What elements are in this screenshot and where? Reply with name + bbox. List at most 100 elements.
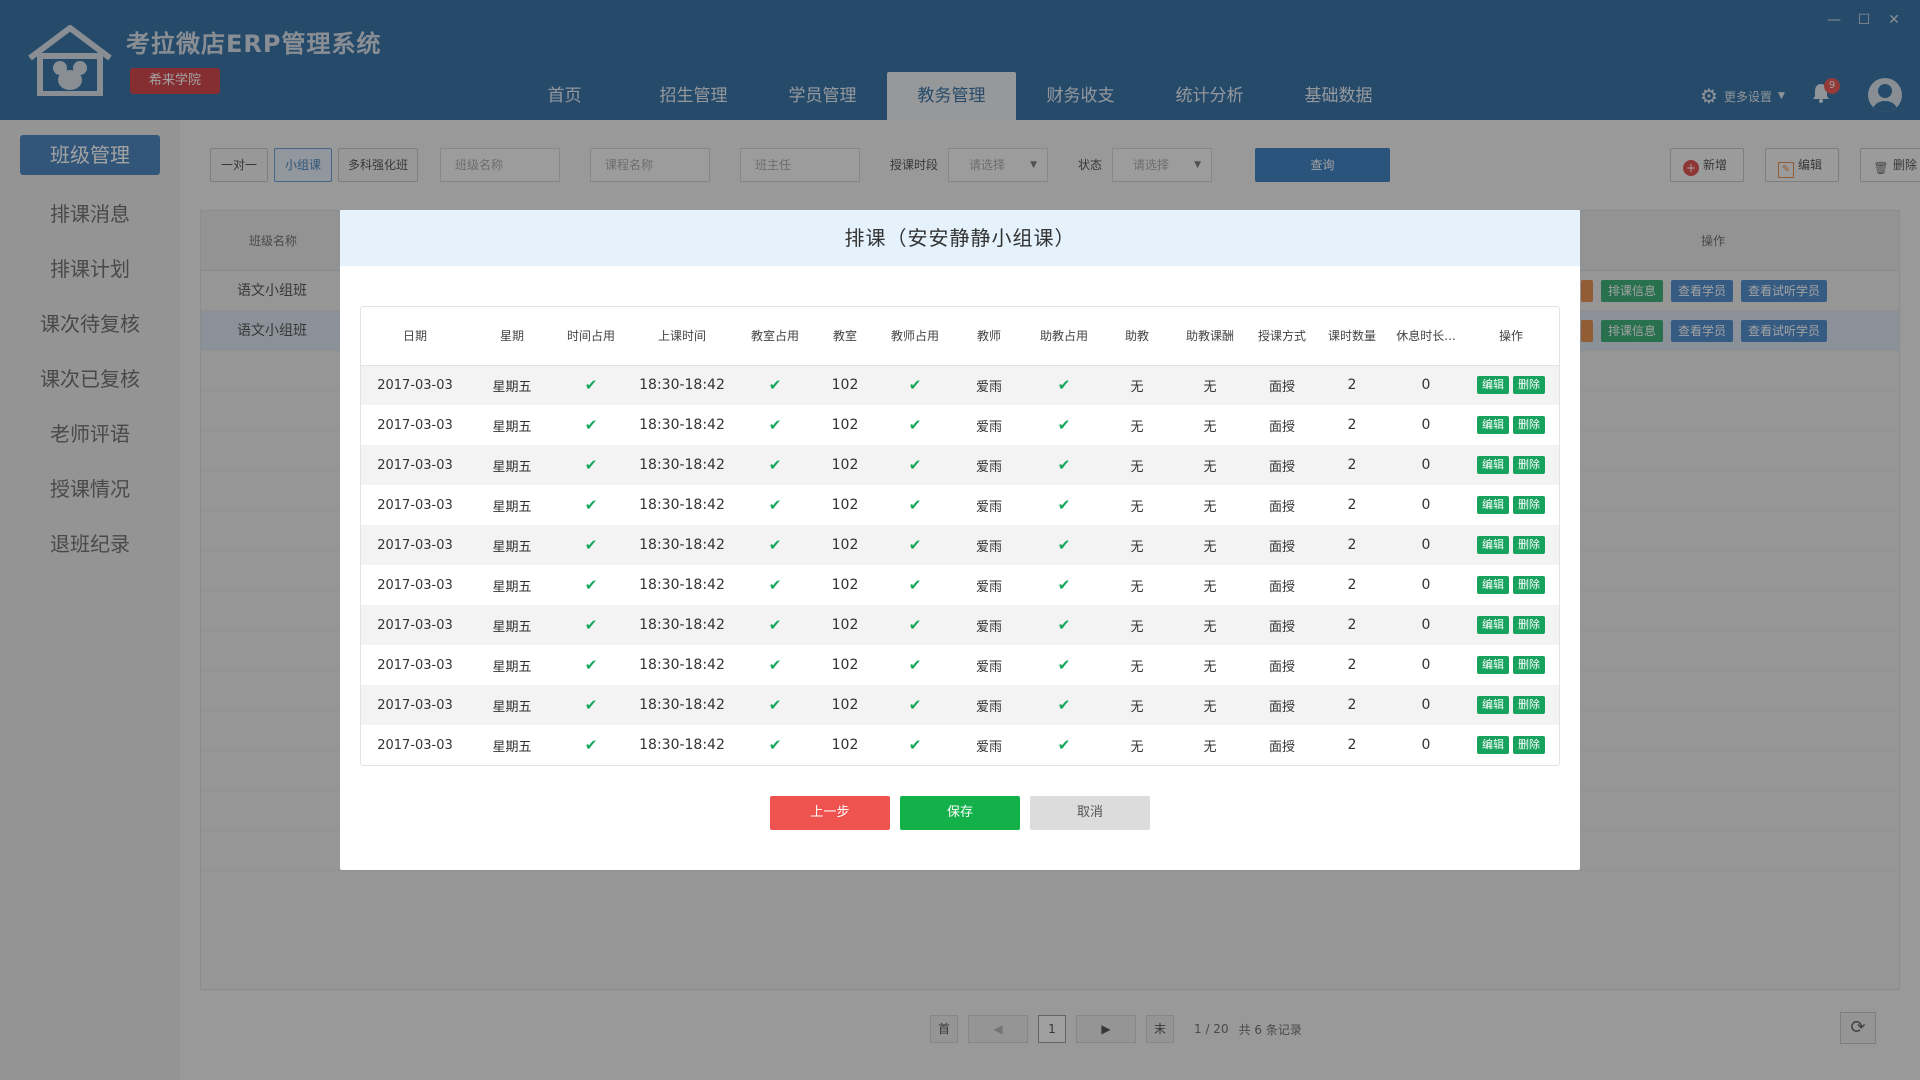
- row-edit-button[interactable]: 编辑: [1477, 456, 1509, 474]
- teacher-cell: 爱雨: [975, 739, 1002, 755]
- col-teacher-occupied: 教师占用: [877, 307, 953, 366]
- date-cell: 2017-03-03: [361, 605, 469, 645]
- hours-cell: 2: [1315, 605, 1389, 645]
- time-occupied-cell: ✔: [555, 685, 627, 725]
- assistant-cell: 无: [1130, 419, 1144, 435]
- room-cell: 102: [831, 577, 859, 593]
- room-cell: 102: [813, 685, 877, 725]
- col-actions: 操作: [1463, 307, 1559, 366]
- teacher-occupied-cell: ✔: [877, 565, 953, 605]
- time-occupied-cell: ✔: [555, 405, 627, 445]
- weekday-cell: 星期五: [469, 365, 555, 405]
- room-cell: 102: [813, 365, 877, 405]
- cancel-button[interactable]: 取消: [1030, 796, 1150, 830]
- room-occupied-cell: ✔: [737, 525, 813, 565]
- check-icon: ✔: [768, 656, 782, 674]
- row-delete-button[interactable]: 删除: [1513, 656, 1545, 674]
- check-icon: ✔: [908, 656, 922, 674]
- class-time-cell: 18:30-18:42: [639, 737, 725, 753]
- time-occupied-cell: ✔: [555, 445, 627, 485]
- room-occupied-cell: ✔: [737, 685, 813, 725]
- weekday-cell: 星期五: [469, 605, 555, 645]
- row-edit-button[interactable]: 编辑: [1477, 736, 1509, 754]
- teacher-occupied-cell: ✔: [877, 405, 953, 445]
- save-button[interactable]: 保存: [900, 796, 1020, 830]
- teacher-occupied-cell: ✔: [877, 685, 953, 725]
- schedule-table-header: 日期 星期 时间占用 上课时间 教室占用 教室 教师占用 教师 助教占用 助教 …: [361, 307, 1559, 366]
- class-time-cell: 18:30-18:42: [639, 497, 725, 513]
- room-occupied-cell: ✔: [737, 645, 813, 685]
- table-row: 2017-03-03 星期五 ✔ 18:30-18:42 ✔ 102 ✔ 爱雨 …: [361, 525, 1559, 565]
- row-edit-button[interactable]: 编辑: [1477, 696, 1509, 714]
- check-icon: ✔: [908, 576, 922, 594]
- table-row: 2017-03-03 星期五 ✔ 18:30-18:42 ✔ 102 ✔ 爱雨 …: [361, 725, 1559, 765]
- row-edit-button[interactable]: 编辑: [1477, 376, 1509, 395]
- row-delete-button[interactable]: 删除: [1513, 736, 1545, 754]
- hours-cell: 2: [1347, 497, 1357, 513]
- modal-title: 排课（安安静静小组课）: [340, 210, 1580, 266]
- row-delete-button[interactable]: 删除: [1513, 576, 1545, 594]
- row-delete-button[interactable]: 删除: [1513, 376, 1545, 395]
- time-occupied-cell: ✔: [555, 645, 627, 685]
- row-edit-button[interactable]: 编辑: [1477, 416, 1509, 434]
- schedule-modal: 排课（安安静静小组课） 日期 星期 时间占用 上课时间 教室占用 教室 教师占用…: [340, 210, 1580, 870]
- teaching-mode-cell: 面授: [1249, 365, 1315, 405]
- hours-cell: 2: [1315, 445, 1389, 485]
- actions-cell: 编辑 删除: [1463, 605, 1559, 645]
- table-row: 2017-03-03 星期五 ✔ 18:30-18:42 ✔ 102 ✔ 爱雨 …: [361, 565, 1559, 605]
- assistant-pay-cell: 无: [1171, 605, 1249, 645]
- assistant-pay-cell: 无: [1203, 499, 1217, 515]
- col-rest-duration: 休息时长...: [1389, 307, 1463, 366]
- check-icon: ✔: [584, 696, 598, 714]
- assistant-cell: 无: [1130, 579, 1144, 595]
- room-cell: 102: [813, 445, 877, 485]
- row-delete-button[interactable]: 删除: [1513, 536, 1545, 554]
- check-icon: ✔: [768, 616, 782, 634]
- hours-cell: 2: [1347, 737, 1357, 753]
- row-edit-button[interactable]: 编辑: [1477, 576, 1509, 594]
- room-occupied-cell: ✔: [737, 445, 813, 485]
- hours-cell: 2: [1315, 525, 1389, 565]
- actions-cell: 编辑 删除: [1463, 485, 1559, 525]
- room-occupied-cell: ✔: [737, 365, 813, 405]
- check-icon: ✔: [1057, 456, 1071, 474]
- teacher-cell: 爱雨: [975, 419, 1002, 435]
- hours-cell: 2: [1315, 685, 1389, 725]
- col-weekday: 星期: [469, 307, 555, 366]
- time-occupied-cell: ✔: [555, 485, 627, 525]
- row-delete-button[interactable]: 删除: [1513, 696, 1545, 714]
- row-delete-button[interactable]: 删除: [1513, 416, 1545, 434]
- assistant-cell: 无: [1103, 445, 1171, 485]
- class-time-cell: 18:30-18:42: [627, 445, 737, 485]
- teacher-occupied-cell: ✔: [877, 485, 953, 525]
- row-edit-button[interactable]: 编辑: [1477, 656, 1509, 674]
- row-delete-button[interactable]: 删除: [1513, 496, 1545, 514]
- weekday-cell: 星期五: [469, 685, 555, 725]
- class-time-cell: 18:30-18:42: [627, 525, 737, 565]
- check-icon: ✔: [1057, 696, 1071, 714]
- assistant-cell: 无: [1130, 659, 1144, 675]
- check-icon: ✔: [584, 496, 598, 514]
- check-icon: ✔: [1057, 736, 1071, 754]
- check-icon: ✔: [1057, 576, 1071, 594]
- row-delete-button[interactable]: 删除: [1513, 456, 1545, 474]
- row-edit-button[interactable]: 编辑: [1477, 616, 1509, 634]
- assistant-occupied-cell: ✔: [1025, 725, 1103, 765]
- teaching-mode-cell: 面授: [1268, 739, 1295, 755]
- col-room: 教室: [813, 307, 877, 366]
- previous-step-button[interactable]: 上一步: [770, 796, 890, 830]
- table-row: 2017-03-03 星期五 ✔ 18:30-18:42 ✔ 102 ✔ 爱雨 …: [361, 685, 1559, 725]
- teacher-cell: 爱雨: [975, 579, 1002, 595]
- row-edit-button[interactable]: 编辑: [1477, 496, 1509, 514]
- check-icon: ✔: [908, 536, 922, 554]
- assistant-occupied-cell: ✔: [1025, 365, 1103, 405]
- table-row: 2017-03-03 星期五 ✔ 18:30-18:42 ✔ 102 ✔ 爱雨 …: [361, 445, 1559, 485]
- check-icon: ✔: [1057, 616, 1071, 634]
- rest-cell: 0: [1389, 685, 1463, 725]
- assistant-occupied-cell: ✔: [1025, 525, 1103, 565]
- room-cell: 102: [831, 417, 859, 433]
- rest-cell: 0: [1421, 657, 1431, 673]
- row-delete-button[interactable]: 删除: [1513, 616, 1545, 634]
- room-occupied-cell: ✔: [737, 605, 813, 645]
- row-edit-button[interactable]: 编辑: [1477, 536, 1509, 554]
